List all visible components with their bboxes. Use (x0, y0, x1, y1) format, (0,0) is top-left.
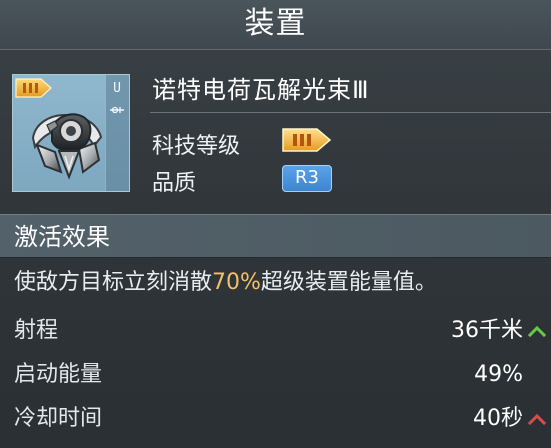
effect-text-prefix: 使敌方目标立刻消散 (14, 270, 213, 295)
effect-highlight-value: 70% (212, 270, 261, 295)
panel-title: 装置 (244, 6, 307, 41)
range-value: 36千米 (451, 318, 523, 343)
equipment-name: 诺特电荷瓦解光束Ⅲ (152, 76, 370, 104)
effect-text-suffix: 超级装置能量值。 (260, 270, 437, 295)
cooldown-label: 冷却时间 (14, 406, 103, 431)
link-icon (110, 106, 124, 114)
activation-energy-value: 49% (474, 362, 523, 387)
equipment-summary-card: U 诺特电荷瓦解光束Ⅲ 科技等级 品质 R3 (0, 64, 551, 200)
tech-level-badge-icon (282, 128, 332, 152)
tech-level-label: 科技等级 (152, 134, 241, 159)
activation-effect-description: 使敌方目标立刻消散70%超级装置能量值。 (14, 264, 437, 296)
energy-disruptor-module-icon (31, 113, 103, 180)
equipment-detail-panel: 装置 U 诺特电荷瓦解光束Ⅲ 科技等级 品质 R3 激活效果 使敌方目标立刻消散… (0, 0, 551, 448)
equipment-icon-frame[interactable]: U (12, 74, 130, 192)
quality-badge: R3 (282, 165, 332, 192)
cooldown-row: 冷却时间 40秒 (0, 399, 551, 439)
activation-effect-header: 激活效果 (0, 214, 551, 258)
range-row: 射程 36千米 (0, 311, 551, 351)
activation-effect-title: 激活效果 (14, 223, 110, 251)
upgrade-up-icon (527, 325, 547, 338)
downgrade-up-icon (527, 413, 547, 426)
activation-energy-row: 启动能量 49% (0, 355, 551, 395)
range-label: 射程 (14, 318, 59, 343)
title-bar: 装置 (0, 0, 551, 50)
cooldown-value: 40秒 (473, 406, 523, 431)
quality-label: 品质 (152, 171, 197, 196)
name-divider (150, 112, 551, 113)
activation-energy-label: 启动能量 (14, 362, 103, 387)
